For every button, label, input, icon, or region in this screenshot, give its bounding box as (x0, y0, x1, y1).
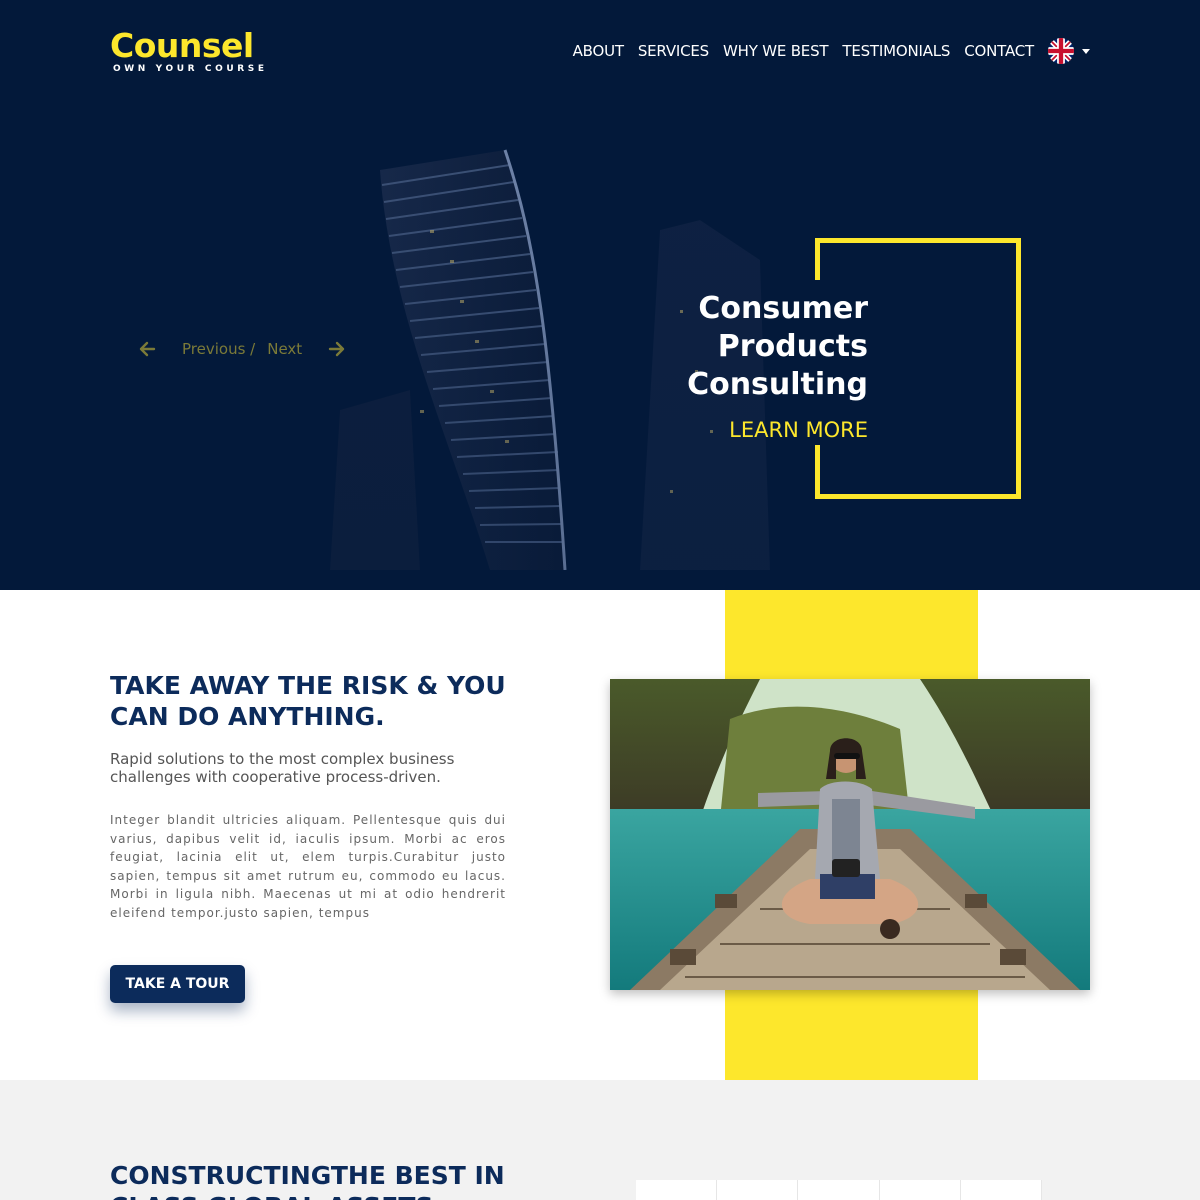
about-title: TAKE AWAY THE RISK & YOU CAN DO ANYTHING… (110, 671, 506, 731)
slide-title: Consumer Products Consulting (640, 290, 868, 404)
chevron-down-icon (1082, 48, 1090, 54)
arrow-left-icon[interactable] (138, 340, 156, 358)
hero-section: Counsel OWN YOUR COURSE ABOUT SERVICES W… (0, 0, 1200, 590)
nav-about[interactable]: ABOUT (573, 42, 624, 60)
slide-title-line: Products (717, 329, 868, 364)
logo[interactable]: Counsel OWN YOUR COURSE (110, 26, 268, 75)
language-selector[interactable] (1048, 38, 1090, 64)
about-body-text: Integer blandit ultricies aliquam. Pelle… (110, 813, 506, 920)
stats-cell (961, 1180, 1043, 1200)
nav-services[interactable]: SERVICES (638, 42, 709, 60)
stats-cell (717, 1180, 799, 1200)
learn-more-link[interactable]: LEARN MORE (680, 418, 868, 442)
stats-cell (798, 1180, 880, 1200)
take-a-tour-button[interactable]: TAKE A TOUR (110, 965, 245, 1003)
stats-panel (636, 1180, 1043, 1200)
navbar: Counsel OWN YOUR COURSE ABOUT SERVICES W… (0, 0, 1200, 100)
next-slide-link[interactable]: Next (267, 340, 302, 358)
about-subtitle: Rapid solutions to the most complex busi… (110, 750, 455, 786)
slide-title-line: Consulting (687, 367, 868, 402)
main-nav: ABOUT SERVICES WHY WE BEST TESTIMONIALS … (559, 38, 1090, 64)
assets-section: CONSTRUCTINGTHE BEST IN CLASS GLOBAL ASS… (0, 1080, 1200, 1200)
logo-tagline: OWN YOUR COURSE (113, 64, 268, 74)
arrow-right-icon[interactable] (328, 340, 346, 358)
woman-on-boat-photo (610, 679, 1090, 990)
stats-cell (636, 1180, 718, 1200)
nav-contact[interactable]: CONTACT (964, 42, 1034, 60)
previous-slide-link[interactable]: Previous / (182, 340, 255, 358)
nav-why-we-best[interactable]: WHY WE BEST (723, 42, 829, 60)
slider-controls: Previous / Next (138, 340, 346, 358)
nav-testimonials[interactable]: TESTIMONIALS (842, 42, 950, 60)
stats-cell (880, 1180, 961, 1200)
assets-title: CONSTRUCTINGTHE BEST IN CLASS GLOBAL ASS… (110, 1161, 505, 1200)
logo-name: Counsel (110, 26, 254, 65)
uk-flag-icon (1048, 38, 1074, 64)
about-section: TAKE AWAY THE RISK & YOU CAN DO ANYTHING… (0, 590, 1200, 1080)
slide-title-line: Consumer (698, 291, 868, 326)
